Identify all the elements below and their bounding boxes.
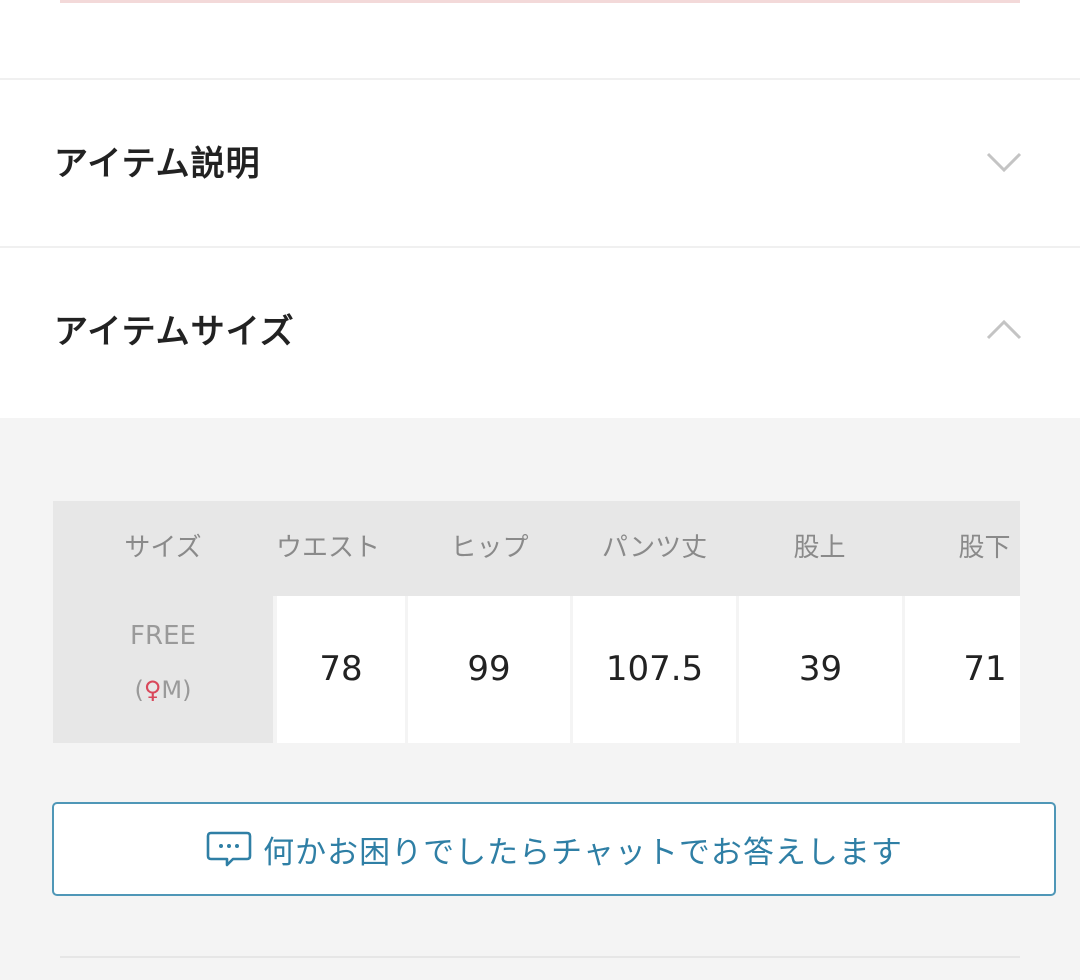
accordion-item-description[interactable]: アイテム説明	[0, 82, 1080, 248]
size-label: FREE	[130, 621, 196, 651]
table-header-row: サイズ ウエスト ヒップ パンツ丈 股上 股下	[53, 501, 1020, 596]
person-icon: ♀	[143, 676, 162, 704]
size-label-cell: FREE (♀M)	[53, 596, 273, 743]
chat-support-label: 何かお困りでしたらチャットでお答えします	[263, 834, 903, 871]
column-header-rise: 股上	[793, 533, 846, 563]
column-header-inseam: 股下	[958, 533, 1011, 563]
model-size: M	[161, 676, 183, 704]
size-panel: サイズ ウエスト ヒップ パンツ丈 股上 股下 FREE (♀M) 78 99 …	[0, 418, 1080, 980]
column-header-pants-length: パンツ丈	[601, 533, 708, 563]
section-divider	[0, 78, 1080, 80]
model-size-note: (♀M)	[53, 676, 273, 704]
value-rise: 39	[739, 596, 902, 743]
column-header-size: サイズ	[124, 533, 202, 563]
value-pants-length: 107.5	[573, 596, 736, 743]
chat-support-button[interactable]: 何かお困りでしたらチャットでお答えします	[52, 802, 1056, 896]
section-divider	[60, 956, 1020, 958]
accordion-title-size: アイテムサイズ	[54, 312, 295, 352]
model-note-open: (	[134, 676, 144, 704]
model-note-close: )	[182, 676, 192, 704]
accordion-title-description: アイテム説明	[54, 144, 261, 184]
column-header-waist: ウエスト	[275, 533, 380, 563]
chat-bubble-icon	[205, 829, 253, 869]
value-hip: 99	[408, 596, 570, 743]
accordion-item-size[interactable]: アイテムサイズ	[0, 250, 1080, 414]
chevron-up-icon[interactable]	[982, 308, 1026, 352]
size-table: サイズ ウエスト ヒップ パンツ丈 股上 股下 FREE (♀M) 78 99 …	[53, 501, 1020, 743]
top-section	[0, 0, 1080, 80]
chevron-down-icon[interactable]	[982, 140, 1026, 184]
top-edge-line	[60, 0, 1020, 3]
section-divider	[0, 246, 1080, 248]
column-header-hip: ヒップ	[450, 533, 529, 563]
value-inseam: 71	[905, 596, 1020, 743]
value-waist: 78	[277, 596, 405, 743]
